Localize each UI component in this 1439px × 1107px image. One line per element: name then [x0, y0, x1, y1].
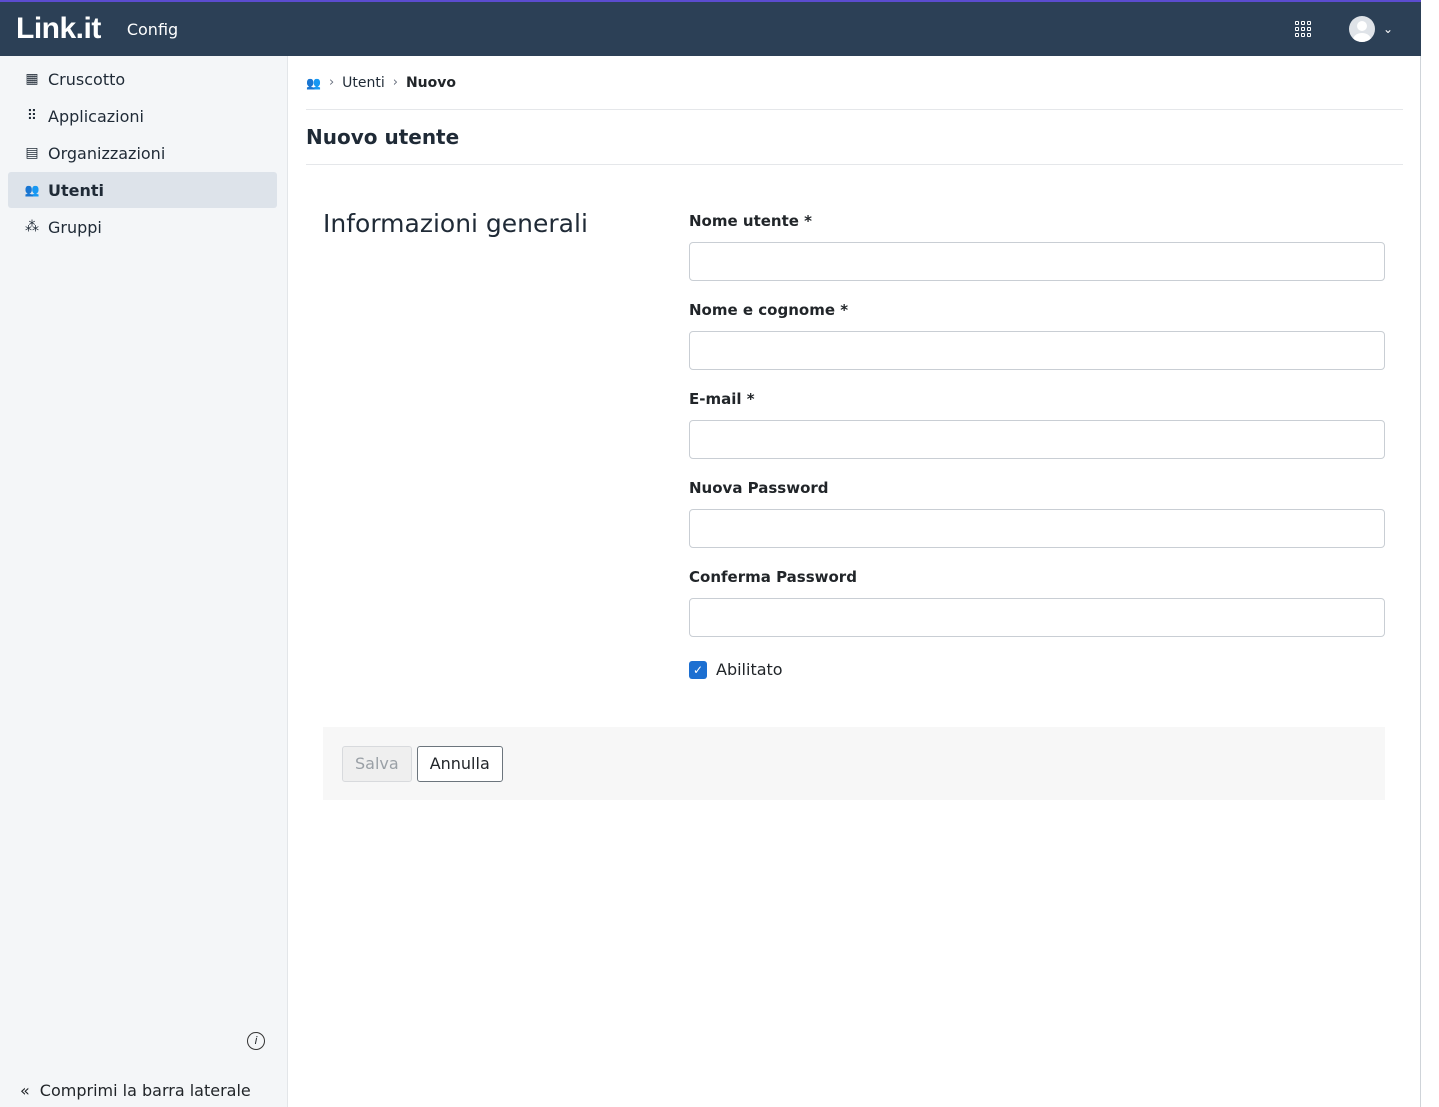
sidebar-item-label: Gruppi [48, 217, 102, 237]
sidebar-item-cruscotto[interactable]: ▦ Cruscotto [8, 61, 277, 97]
apps-grid-icon[interactable] [1293, 19, 1313, 39]
dashboard-icon: ▦ [25, 71, 39, 87]
confirm-password-field-group: Conferma Password [689, 566, 1385, 637]
enabled-checkbox-row: ✓ Abilitato [689, 660, 1385, 679]
email-field-group: E-mail * [689, 388, 1385, 459]
chevron-down-icon: ⌄ [1382, 22, 1393, 36]
sidebar-item-label: Organizzazioni [48, 143, 166, 163]
double-chevron-left-icon: « [20, 1081, 30, 1100]
breadcrumb: 👥 › Utenti › Nuovo [306, 56, 1403, 110]
main-content: 👥 › Utenti › Nuovo Nuovo utente Informaz… [306, 56, 1403, 800]
sidebar-item-label: Cruscotto [48, 69, 126, 89]
collapse-sidebar-button[interactable]: « Comprimi la barra laterale [20, 1081, 251, 1100]
confirm-password-input[interactable] [689, 598, 1385, 637]
groups-icon: ⁂ [25, 219, 39, 235]
sidebar-item-organizzazioni[interactable]: ▤ Organizzazioni [8, 135, 277, 171]
enabled-label[interactable]: Abilitato [716, 660, 783, 679]
breadcrumb-current: Nuovo [405, 74, 457, 91]
fullname-input[interactable] [689, 331, 1385, 370]
sidebar-item-label: Applicazioni [48, 106, 144, 126]
building-icon: ▤ [25, 145, 39, 161]
app-frame: Link.it Config ⌄ ▦ Cruscotto ⠿ Applicazi… [0, 0, 1421, 1107]
confirm-password-label: Conferma Password [689, 568, 857, 586]
user-menu-button[interactable]: ⌄ [1348, 16, 1393, 42]
page-header: Nuovo utente [306, 110, 1403, 165]
email-label: E-mail * [689, 390, 755, 408]
fullname-label: Nome e cognome * [689, 301, 849, 319]
collapse-sidebar-label: Comprimi la barra laterale [39, 1081, 251, 1100]
sidebar-item-label: Utenti [48, 180, 105, 200]
breadcrumb-separator: › [328, 75, 335, 90]
sidebar-item-gruppi[interactable]: ⁂ Gruppi [8, 209, 277, 245]
username-field-group: Nome utente * [689, 210, 1385, 281]
new-password-field-group: Nuova Password [689, 477, 1385, 548]
info-icon[interactable]: i [247, 1032, 265, 1050]
app-name: Config [126, 19, 179, 39]
breadcrumb-link-utenti[interactable]: Utenti [342, 75, 385, 91]
enabled-checkbox[interactable]: ✓ [689, 660, 707, 679]
apps-grid-icon: ⠿ [26, 108, 38, 124]
top-navbar: Link.it Config ⌄ [0, 0, 1421, 56]
new-password-input[interactable] [689, 509, 1385, 548]
section-title: Informazioni generali [323, 209, 588, 238]
sidebar-item-utenti[interactable]: 👥 Utenti [8, 172, 277, 208]
username-label: Nome utente * [689, 212, 812, 230]
users-icon: 👥 [24, 183, 40, 197]
sidebar: ▦ Cruscotto ⠿ Applicazioni ▤ Organizzazi… [0, 56, 288, 1107]
username-input[interactable] [689, 242, 1385, 281]
form-fields: Nome utente * Nome e cognome * E-mail * … [689, 210, 1385, 679]
app-logo[interactable]: Link.it [16, 12, 101, 46]
form-actions: Salva Annulla [323, 727, 1385, 800]
new-password-label: Nuova Password [689, 479, 829, 497]
breadcrumb-separator: › [392, 75, 398, 90]
page-title: Nuovo utente [306, 125, 460, 149]
save-button[interactable]: Salva [342, 745, 412, 782]
avatar [1348, 16, 1375, 42]
cancel-button[interactable]: Annulla [416, 745, 503, 782]
users-icon[interactable]: 👥 [306, 76, 321, 90]
sidebar-item-applicazioni[interactable]: ⠿ Applicazioni [8, 98, 277, 134]
topbar-actions: ⌄ [1293, 16, 1393, 42]
fullname-field-group: Nome e cognome * [689, 299, 1385, 370]
sidebar-nav: ▦ Cruscotto ⠿ Applicazioni ▤ Organizzazi… [0, 56, 287, 245]
email-input[interactable] [689, 420, 1385, 459]
